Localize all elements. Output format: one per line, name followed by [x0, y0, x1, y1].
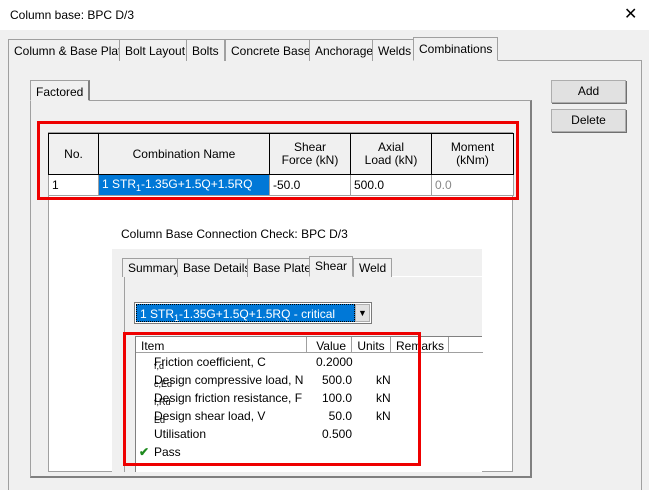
- tab-summary[interactable]: Summary: [122, 258, 186, 277]
- tab-column-base-plate[interactable]: Column & Base Plate: [8, 39, 135, 61]
- combination-select[interactable]: 1 STR1-1.35G+1.5Q+1.5RQ - critical ▼: [134, 302, 372, 324]
- check-title: Column Base Connection Check: BPC D/3: [121, 227, 348, 241]
- highlight-box: [123, 332, 421, 466]
- tab-combinations[interactable]: Combinations: [413, 37, 499, 61]
- tab-concrete-base[interactable]: Concrete Base: [225, 39, 317, 61]
- window-title: Column base: BPC D/3: [10, 8, 135, 22]
- chevron-down-icon[interactable]: ▼: [355, 304, 370, 322]
- tab-bolts[interactable]: Bolts: [186, 39, 225, 61]
- tab-factored[interactable]: Factored: [30, 80, 91, 101]
- tab-weld[interactable]: Weld: [353, 258, 393, 277]
- delete-button[interactable]: Delete: [551, 109, 626, 132]
- tab-base-plate[interactable]: Base Plate: [247, 258, 318, 277]
- add-button[interactable]: Add: [551, 80, 626, 103]
- tab-welds[interactable]: Welds: [372, 39, 418, 61]
- highlight-box: [37, 121, 519, 200]
- combination-select-value[interactable]: 1 STR1-1.35G+1.5Q+1.5RQ - critical: [136, 304, 355, 323]
- tab-anchorage[interactable]: Anchorage: [309, 39, 380, 61]
- tab-bolt-layout[interactable]: Bolt Layout: [119, 39, 192, 61]
- tab-shear[interactable]: Shear: [309, 256, 354, 277]
- close-icon[interactable]: ✕: [624, 4, 637, 24]
- tab-base-details[interactable]: Base Details: [177, 258, 257, 277]
